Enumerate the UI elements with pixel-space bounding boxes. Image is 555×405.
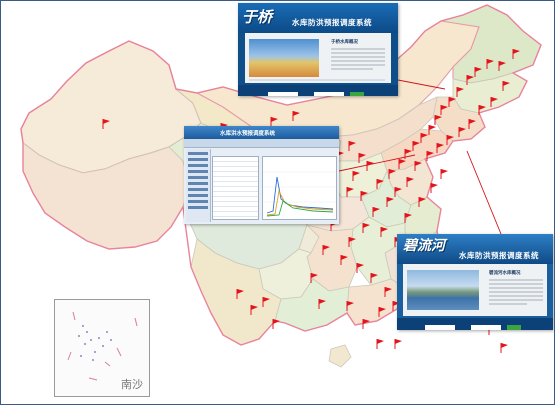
- login-bar: [238, 85, 398, 96]
- hydrograph-chart: [262, 156, 337, 220]
- hydrograph-lines: [263, 171, 336, 217]
- overview-text-lines: [249, 48, 385, 81]
- overview-text-lines: [489, 279, 543, 305]
- system-name-title: 水库洪水预报调度系统: [220, 131, 276, 137]
- login-fields: [425, 325, 521, 330]
- toolbar: [184, 139, 339, 148]
- south-china-sea-inset: 南沙: [54, 299, 150, 397]
- screenshot-body: 于桥水库概况: [245, 33, 391, 83]
- system-name-title: 水库防洪预报调度系统: [292, 18, 372, 27]
- south-sea-inset-label: 南沙: [121, 378, 143, 391]
- reservoir-logo-text: 于桥: [242, 8, 273, 26]
- map-frame: 南沙 于桥 水库防洪预报调度系统 于桥水库概况 水库洪水预报调度系统 碧流河 水…: [0, 0, 555, 405]
- side-menu: [186, 149, 211, 222]
- forecast-system-screenshot[interactable]: 水库洪水预报调度系统: [184, 126, 339, 224]
- biliuhe-system-screenshot[interactable]: 碧流河 水库防洪预报调度系统 碧流河水库概况: [397, 234, 553, 330]
- system-name-title: 水库防洪预报调度系统: [459, 251, 539, 260]
- province-hainan: [328, 344, 352, 368]
- login-bar: [397, 318, 553, 330]
- login-fields: [268, 92, 364, 96]
- forecast-table: [212, 156, 259, 220]
- reservoir-logo-text: 碧流河: [403, 238, 445, 254]
- screenshot-body: 碧流河水库概况: [403, 264, 547, 316]
- yuqiao-system-screenshot[interactable]: 于桥 水库防洪预报调度系统 于桥水库概况: [238, 3, 398, 96]
